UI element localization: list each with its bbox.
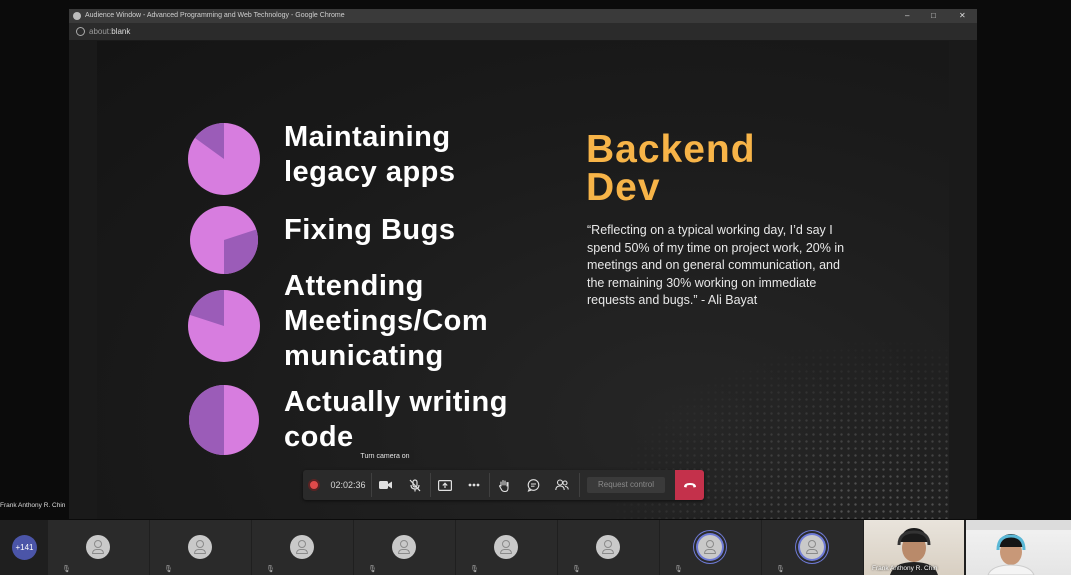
maximize-button[interactable]: □ <box>931 9 936 23</box>
mic-off-icon: 🎙︎ <box>470 566 479 573</box>
avatar-icon <box>698 535 722 559</box>
mic-off-icon <box>409 478 421 491</box>
item-label-2: Fixing Bugs <box>284 214 456 246</box>
self-video-feed <box>966 520 1071 575</box>
avatar-icon <box>596 535 620 559</box>
avatar-icon <box>188 535 212 559</box>
mic-off-icon: 🎙︎ <box>572 566 581 573</box>
mic-off-icon: 🎙︎ <box>62 566 71 573</box>
pie-chart-4 <box>189 385 259 455</box>
meeting-timer: 02:02:36 <box>330 480 366 490</box>
mic-off-icon: 🎙︎ <box>266 566 275 573</box>
avatar-icon <box>290 535 314 559</box>
participant-tile-speaking[interactable]: 🎙︎ <box>660 520 761 575</box>
pie-chart-2 <box>190 206 258 274</box>
divider <box>579 473 580 497</box>
address-bar[interactable]: about:blank <box>69 23 977 40</box>
title-bar: Audience Window - Advanced Programming a… <box>69 9 977 23</box>
browser-window: Audience Window - Advanced Programming a… <box>69 9 977 519</box>
participant-tile[interactable]: 🎙︎ <box>558 520 659 575</box>
share-screen-icon <box>438 479 452 491</box>
participant-tile[interactable]: 🎙︎ <box>150 520 251 575</box>
pie-chart-1 <box>188 123 260 195</box>
minimize-button[interactable]: – <box>905 9 909 23</box>
people-button[interactable] <box>548 470 576 500</box>
mic-off-icon: 🎙︎ <box>776 566 785 573</box>
more-icon <box>468 483 480 487</box>
mic-off-icon: 🎙︎ <box>368 566 377 573</box>
participant-tile-speaking[interactable]: 🎙︎ <box>762 520 863 575</box>
chat-icon <box>527 478 539 492</box>
avatar-icon <box>494 535 518 559</box>
participant-tile[interactable]: 🎙︎ <box>354 520 455 575</box>
video-tile-label: Frank Anthony R. Chin <box>872 565 938 572</box>
presentation-slide: Maintaining legacy apps Fixing Bugs Atte… <box>97 41 949 519</box>
url-text[interactable]: about:blank <box>89 23 130 40</box>
camera-tooltip: Turn camera on <box>356 450 414 464</box>
chat-button[interactable] <box>519 470 547 500</box>
raise-hand-button[interactable] <box>490 470 518 500</box>
mic-off-icon: 🎙︎ <box>164 566 173 573</box>
self-video-tile[interactable] <box>966 520 1071 575</box>
participant-tile[interactable]: 🎙︎ <box>48 520 149 575</box>
recording-indicator[interactable]: 02:02:36 <box>303 470 371 500</box>
more-button[interactable] <box>460 470 488 500</box>
camera-icon <box>379 481 392 489</box>
presenter-name-label: Frank Anthony R. Chin <box>0 502 66 509</box>
mic-off-icon: 🎙︎ <box>674 566 683 573</box>
close-button[interactable]: ✕ <box>959 9 966 23</box>
hang-up-icon <box>683 482 696 487</box>
item-label-3: Attending Meetings/Com municating <box>284 270 489 372</box>
pie-slice <box>189 385 224 455</box>
avatar-icon <box>86 535 110 559</box>
participant-tile[interactable]: 🎙︎ <box>456 520 557 575</box>
record-icon <box>308 479 321 491</box>
slide-quote: “Reflecting on a typical working day, I’… <box>587 223 845 307</box>
item-label-4: Actually writing code <box>284 386 508 453</box>
camera-button[interactable] <box>372 470 400 500</box>
chrome-logo-icon <box>73 12 81 20</box>
avatar-icon <box>800 535 824 559</box>
people-icon <box>555 479 569 491</box>
avatar-icon <box>392 535 416 559</box>
window-title: Audience Window - Advanced Programming a… <box>85 12 345 19</box>
participant-tile[interactable]: 🎙︎ <box>252 520 353 575</box>
share-screen-button[interactable] <box>431 470 459 500</box>
pie-chart-3 <box>188 290 260 362</box>
meeting-toolbar: 02:02:36 Request control <box>303 470 704 500</box>
raise-hand-icon <box>498 479 509 492</box>
site-info-icon[interactable] <box>76 27 85 36</box>
mic-button[interactable] <box>401 470 429 500</box>
request-control-button[interactable]: Request control <box>587 477 665 493</box>
item-label-1: Maintaining legacy apps <box>284 121 456 188</box>
participant-video-tile[interactable]: Frank Anthony R. Chin <box>864 520 964 575</box>
more-participants-button[interactable]: +141 <box>12 535 37 560</box>
slide-heading: Backend Dev <box>586 128 756 209</box>
hang-up-button[interactable] <box>675 470 704 500</box>
